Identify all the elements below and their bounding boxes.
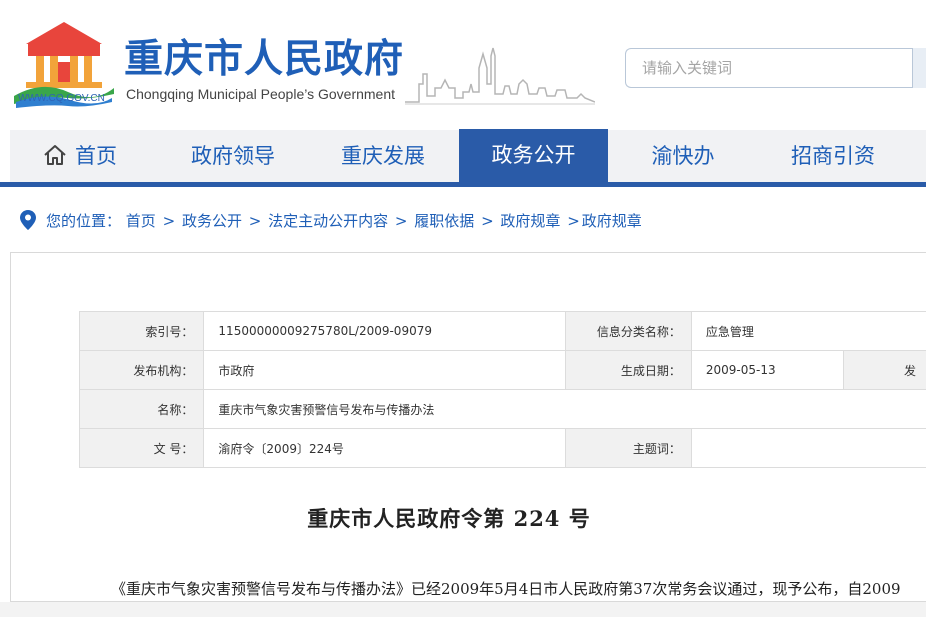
search-box bbox=[625, 48, 926, 88]
table-row: 名称： 重庆市气象灾害预警信号发布与传播办法 bbox=[78, 389, 926, 429]
subject-label: 主题词： bbox=[565, 428, 692, 468]
nav-item-home[interactable]: 首页 bbox=[10, 130, 150, 182]
cut-label: 发 bbox=[842, 350, 926, 390]
nav-item-label: 政务公开 bbox=[491, 143, 576, 167]
breadcrumb-separator: > bbox=[567, 212, 580, 230]
document-metadata-table: 索引号： 11500000009275780L/2009-09079 信息分类名… bbox=[78, 311, 926, 468]
breadcrumb-prefix: 您的位置： bbox=[46, 212, 122, 230]
nav-item-label: 政府领导 bbox=[191, 144, 275, 168]
search-button[interactable] bbox=[912, 48, 926, 88]
table-row: 索引号： 11500000009275780L/2009-09079 信息分类名… bbox=[78, 311, 926, 351]
location-pin-icon bbox=[20, 210, 36, 230]
site-title[interactable]: 重庆市人民政府 bbox=[124, 38, 404, 82]
home-icon bbox=[44, 145, 66, 165]
search-input[interactable] bbox=[626, 49, 906, 87]
name-label: 名称： bbox=[78, 389, 205, 429]
nav-item-government-affairs[interactable]: 政务公开 bbox=[459, 129, 608, 183]
nav-item-label: 首页 bbox=[75, 144, 117, 168]
logo-url-text: WWW.CQ.GOV.CN bbox=[18, 93, 105, 104]
issuer-label: 发布机构： bbox=[78, 350, 205, 390]
breadcrumb-separator: > bbox=[248, 212, 262, 230]
nav-item-investment[interactable]: 招商引资 bbox=[758, 130, 908, 182]
document-title: 重庆市人民政府令第 224 号 bbox=[307, 506, 591, 531]
category-value: 应急管理 bbox=[690, 311, 926, 351]
site-header: WWW.CQ.GOV.CN 重庆市人民政府 Chongqing Municipa… bbox=[0, 0, 926, 128]
breadcrumb-separator: > bbox=[394, 212, 408, 230]
docno-value: 渝府令〔2009〕224号 bbox=[203, 428, 567, 468]
skyline-illustration-icon bbox=[405, 47, 595, 105]
category-label: 信息分类名称： bbox=[565, 311, 692, 351]
breadcrumb-item-regulations[interactable]: 政府规章 bbox=[500, 212, 560, 230]
name-value: 重庆市气象灾害预警信号发布与传播办法 bbox=[203, 389, 926, 429]
table-row: 文 号： 渝府令〔2009〕224号 主题词： bbox=[78, 428, 926, 468]
issuer-value: 市政府 bbox=[203, 350, 567, 390]
breadcrumb-item-regulations-current[interactable]: 政府规章 bbox=[582, 212, 642, 230]
table-row: 发布机构： 市政府 生成日期： 2009-05-13 发 bbox=[78, 350, 926, 390]
docno-label: 文 号： bbox=[78, 428, 205, 468]
breadcrumb-item-affairs[interactable]: 政务公开 bbox=[182, 212, 242, 230]
nav-item-label: 重庆发展 bbox=[341, 144, 425, 168]
nav-item-label: 渝快办 bbox=[651, 144, 715, 168]
index-label: 索引号： bbox=[78, 311, 205, 351]
nav-item-leaders[interactable]: 政府领导 bbox=[158, 130, 308, 182]
breadcrumb-item-home[interactable]: 首页 bbox=[126, 212, 156, 230]
breadcrumb-item-statutory[interactable]: 法定主动公开内容 bbox=[268, 212, 388, 230]
nav-item-label: 招商引资 bbox=[791, 144, 875, 168]
index-value: 11500000009275780L/2009-09079 bbox=[203, 311, 567, 351]
nav-item-yukuaiban[interactable]: 渝快办 bbox=[608, 130, 758, 182]
document-body-first-line: 《重庆市气象灾害预警信号发布与传播办法》已经2009年5月4日市人民政府第37次… bbox=[111, 580, 901, 598]
article-container: 索引号： 11500000009275780L/2009-09079 信息分类名… bbox=[10, 252, 926, 602]
page-bottom-strip bbox=[0, 602, 926, 617]
breadcrumb-separator: > bbox=[162, 212, 176, 230]
date-label: 生成日期： bbox=[565, 350, 692, 390]
main-nav: 首页 政府领导 重庆发展 政务公开 渝快办 招商引资 bbox=[0, 128, 926, 184]
breadcrumb-separator: > bbox=[481, 212, 494, 230]
breadcrumb: 您的位置： 首页 > 政务公开 > 法定主动公开内容 > 履职依据 > 政府规章… bbox=[20, 208, 642, 234]
nav-underline bbox=[0, 182, 926, 187]
nav-item-development[interactable]: 重庆发展 bbox=[308, 130, 458, 182]
site-subtitle: Chongqing Municipal People’s Government bbox=[126, 86, 396, 102]
subject-value bbox=[690, 428, 926, 468]
breadcrumb-item-duty-basis[interactable]: 履职依据 bbox=[414, 212, 474, 230]
date-value: 2009-05-13 bbox=[690, 350, 844, 390]
